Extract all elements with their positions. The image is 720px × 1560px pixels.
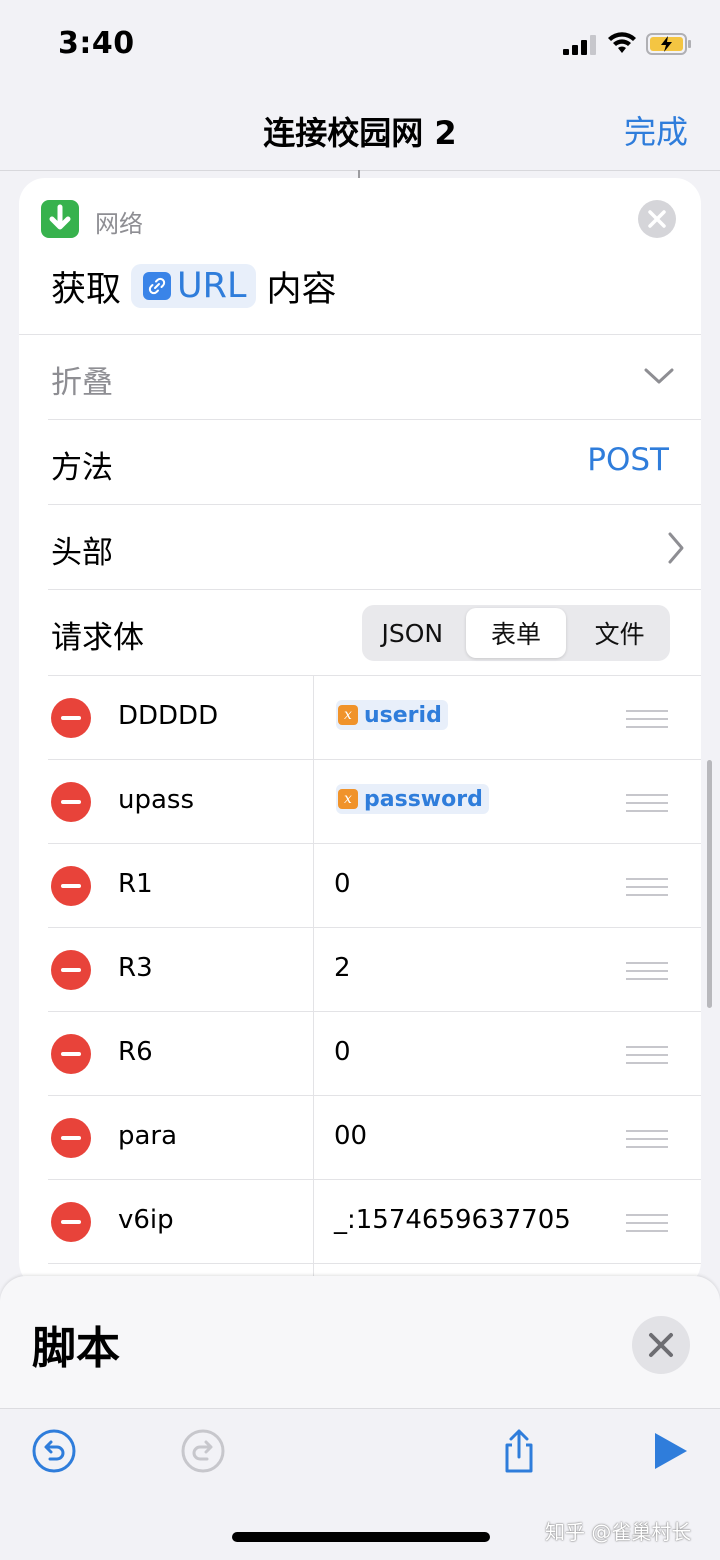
- watermark: 知乎 @雀巢村长: [545, 1520, 692, 1544]
- battery-charging-icon: [646, 33, 691, 55]
- column-divider: [313, 676, 314, 760]
- column-divider: [313, 1096, 314, 1180]
- collapse-row[interactable]: 折叠: [19, 334, 701, 420]
- field-key[interactable]: R3: [118, 953, 153, 983]
- navigation-bar: 连接校园网 2 完成: [0, 90, 720, 171]
- remove-action-button[interactable]: [638, 200, 676, 238]
- delete-field-button[interactable]: [51, 950, 91, 990]
- form-field-row: R1 0: [48, 843, 701, 928]
- field-value[interactable]: 00: [334, 1121, 367, 1151]
- play-icon[interactable]: [645, 1427, 693, 1475]
- method-value[interactable]: POST: [587, 442, 669, 478]
- status-time: 3:40: [58, 26, 135, 61]
- headers-label: 头部: [51, 535, 113, 571]
- field-key[interactable]: R1: [118, 869, 153, 899]
- field-value[interactable]: _:1574659637705: [334, 1205, 571, 1235]
- form-field-row: v6ip _:1574659637705: [48, 1179, 701, 1264]
- body-type-segmented-control[interactable]: JSON 表单 文件: [362, 605, 670, 661]
- variable-icon: x: [338, 705, 358, 725]
- delete-field-button[interactable]: [51, 866, 91, 906]
- reorder-handle-icon[interactable]: [626, 1045, 668, 1065]
- url-variable-token[interactable]: URL: [131, 264, 257, 308]
- field-key[interactable]: R6: [118, 1037, 153, 1067]
- delete-field-button[interactable]: [51, 782, 91, 822]
- column-divider: [313, 760, 314, 844]
- wifi-icon: [608, 32, 636, 53]
- reorder-handle-icon[interactable]: [626, 1129, 668, 1149]
- reorder-handle-icon[interactable]: [626, 961, 668, 981]
- close-icon: [649, 1333, 673, 1357]
- download-arrow-icon: [41, 200, 79, 238]
- variable-icon: x: [338, 789, 358, 809]
- reorder-handle-icon[interactable]: [626, 1213, 668, 1233]
- field-value: userid: [364, 702, 442, 728]
- action-category: 网络: [95, 210, 143, 238]
- delete-field-button[interactable]: [51, 698, 91, 738]
- status-bar: 3:40: [0, 0, 720, 90]
- segment-file[interactable]: 文件: [569, 605, 670, 661]
- field-key[interactable]: DDDDD: [118, 701, 218, 731]
- reorder-handle-icon[interactable]: [626, 877, 668, 897]
- field-value[interactable]: 2: [334, 953, 351, 983]
- delete-field-button[interactable]: [51, 1034, 91, 1074]
- variable-token[interactable]: x password: [336, 784, 489, 814]
- action-header: 网络 获取 URL 内容: [19, 178, 701, 334]
- field-key[interactable]: upass: [118, 785, 194, 815]
- form-field-row: para 00: [48, 1095, 701, 1180]
- field-value[interactable]: 0: [334, 869, 351, 899]
- undo-icon[interactable]: [30, 1427, 78, 1475]
- field-value: password: [364, 786, 483, 812]
- segment-json[interactable]: JSON: [362, 605, 463, 661]
- redo-icon[interactable]: [179, 1427, 227, 1475]
- column-divider: [313, 844, 314, 928]
- scrollbar[interactable]: [707, 760, 712, 1008]
- form-field-row: R6 0: [48, 1011, 701, 1096]
- sheet-title: 脚本: [32, 1323, 120, 1374]
- reorder-handle-icon[interactable]: [626, 709, 668, 729]
- column-divider: [313, 928, 314, 1012]
- connector-line: [358, 170, 360, 178]
- column-divider: [313, 1180, 314, 1264]
- field-key[interactable]: v6ip: [118, 1205, 174, 1235]
- url-token-label: URL: [177, 266, 247, 306]
- headers-row[interactable]: 头部: [48, 504, 701, 590]
- method-label: 方法: [51, 450, 113, 486]
- form-field-row: DDDDD x userid: [48, 675, 701, 760]
- delete-field-button[interactable]: [51, 1202, 91, 1242]
- action-suffix: 内容: [266, 269, 337, 310]
- home-indicator[interactable]: [232, 1532, 490, 1542]
- done-button[interactable]: 完成: [624, 107, 688, 153]
- action-summary: 获取 URL 内容: [51, 260, 336, 312]
- get-url-contents-action: 网络 获取 URL 内容 折叠 方法 POST 头部 请求体 JSON 表单 文…: [19, 178, 701, 1288]
- link-icon: [143, 272, 172, 300]
- field-value[interactable]: 0: [334, 1037, 351, 1067]
- method-row[interactable]: 方法 POST: [48, 419, 701, 505]
- chevron-down-icon: [644, 368, 674, 384]
- variable-token[interactable]: x userid: [336, 700, 448, 730]
- close-icon: [648, 210, 666, 228]
- share-icon[interactable]: [495, 1427, 543, 1475]
- request-body-row: 请求体 JSON 表单 文件: [48, 589, 701, 676]
- action-verb: 获取: [51, 269, 122, 310]
- field-key[interactable]: para: [118, 1121, 177, 1151]
- chevron-right-icon: [668, 532, 684, 564]
- shortcut-title[interactable]: 连接校园网 2: [0, 108, 720, 154]
- form-field-row: R3 2: [48, 927, 701, 1012]
- column-divider: [313, 1012, 314, 1096]
- request-body-label: 请求体: [51, 620, 144, 656]
- close-sheet-button[interactable]: [632, 1316, 690, 1374]
- delete-field-button[interactable]: [51, 1118, 91, 1158]
- segment-form[interactable]: 表单: [465, 608, 567, 658]
- reorder-handle-icon[interactable]: [626, 793, 668, 813]
- form-field-row: upass x password: [48, 759, 701, 844]
- cellular-signal-icon: [563, 35, 596, 55]
- collapse-label: 折叠: [51, 365, 113, 401]
